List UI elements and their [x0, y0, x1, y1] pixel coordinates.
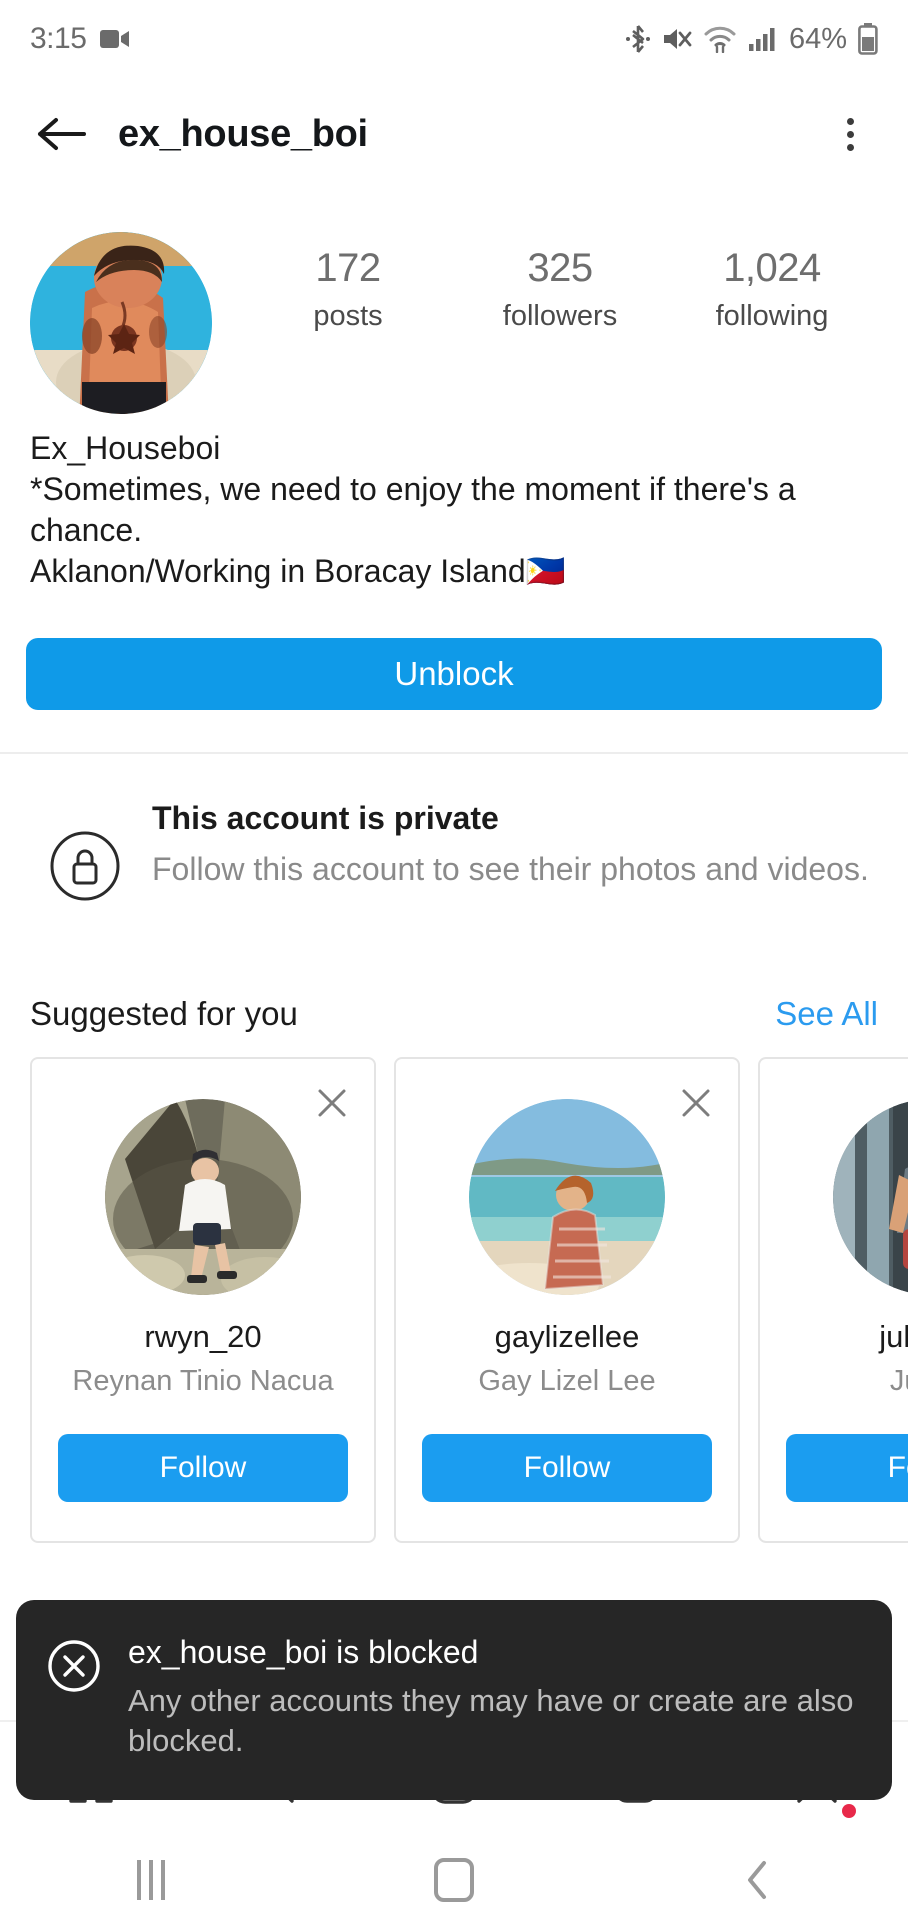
follow-button[interactable]: Follow: [786, 1434, 908, 1502]
lock-icon: [30, 800, 140, 902]
suggestion-avatar[interactable]: [469, 1099, 665, 1295]
stat-posts[interactable]: 172 posts: [242, 246, 454, 333]
profile-stats: 172 posts 325 followers 1,024 following: [212, 232, 878, 333]
instagram-profile-screen: 3:15 64% ex_house_boi 172 posts 325 foll…: [0, 0, 908, 1920]
bluetooth-icon: [625, 23, 651, 55]
section-divider: [0, 752, 908, 754]
mute-icon: [662, 25, 692, 53]
suggested-title: Suggested for you: [30, 995, 298, 1032]
suggested-track: rwyn_20 Reynan Tinio Nacua Follow gayliz…: [0, 1057, 908, 1543]
profile-summary: 172 posts 325 followers 1,024 following: [0, 232, 908, 414]
stat-label: following: [715, 300, 829, 332]
profile-bio: Ex_Houseboi *Sometimes, we need to enjoy…: [0, 428, 908, 592]
toast-title: ex_house_boi is blocked: [128, 1634, 479, 1670]
suggestion-avatar[interactable]: [833, 1099, 908, 1295]
stat-label: posts: [313, 300, 383, 332]
suggestion-fullname: Juls G: [889, 1365, 908, 1397]
stat-following[interactable]: 1,024 following: [666, 246, 878, 333]
suggestion-card[interactable]: gaylizellee Gay Lizel Lee Follow: [394, 1057, 740, 1543]
suggestion-username: juliusyo: [879, 1319, 908, 1354]
blocked-toast[interactable]: ex_house_boi is blocked Any other accoun…: [16, 1600, 892, 1801]
bio-line-3: Aklanon/Working in Boracay Island🇵🇭: [30, 552, 566, 589]
stat-value: 1,024: [723, 246, 821, 290]
suggested-header: Suggested for you See All: [0, 995, 908, 1033]
wifi-icon: [703, 25, 737, 53]
blocked-circle-x-icon: [46, 1634, 102, 1760]
close-icon[interactable]: [676, 1083, 716, 1123]
toast-text: ex_house_boi is blocked Any other accoun…: [128, 1634, 862, 1760]
display-name: Ex_Houseboi: [30, 430, 221, 466]
private-account-notice: This account is private Follow this acco…: [0, 800, 908, 902]
suggested-carousel[interactable]: rwyn_20 Reynan Tinio Nacua Follow gayliz…: [0, 1057, 908, 1547]
suggestion-fullname: Reynan Tinio Nacua: [72, 1365, 334, 1397]
overflow-menu-icon[interactable]: [822, 106, 878, 162]
bio-line-1: *Sometimes, we need to enjoy the moment …: [30, 470, 796, 507]
stat-value: 325: [527, 246, 593, 290]
see-all-link[interactable]: See All: [775, 995, 878, 1033]
stat-value: 172: [315, 246, 381, 290]
private-subtitle: Follow this account to see their photos …: [152, 851, 869, 887]
avatar[interactable]: [30, 232, 212, 414]
system-navigation-bar: [0, 1840, 908, 1920]
stat-followers[interactable]: 325 followers: [454, 246, 666, 333]
home-button[interactable]: [394, 1845, 514, 1915]
suggestion-card[interactable]: rwyn_20 Reynan Tinio Nacua Follow: [30, 1057, 376, 1543]
status-bar-right: 64%: [625, 23, 878, 56]
suggestion-fullname: Gay Lizel Lee: [478, 1365, 656, 1397]
bio-line-2: chance.: [30, 511, 143, 548]
page-title: ex_house_boi: [118, 112, 368, 155]
battery-icon: [858, 23, 878, 55]
notification-dot: [842, 1804, 857, 1818]
battery-percentage: 64%: [788, 22, 847, 55]
private-title: This account is private: [152, 800, 499, 836]
close-icon[interactable]: [312, 1083, 352, 1123]
follow-button[interactable]: Follow: [422, 1434, 712, 1502]
stat-label: followers: [502, 300, 618, 332]
back-button-system[interactable]: [697, 1845, 817, 1915]
recents-button[interactable]: [91, 1845, 211, 1915]
suggestion-card[interactable]: juliusyo Juls G Follow: [758, 1057, 908, 1543]
status-bar-clock: 3:15: [30, 22, 87, 55]
status-bar: 3:15 64%: [0, 0, 908, 78]
suggestion-username: rwyn_20: [144, 1319, 262, 1354]
private-notice-text: This account is private Follow this acco…: [140, 800, 878, 902]
status-bar-left: 3:15: [30, 22, 130, 56]
toast-subtitle: Any other accounts they may have or crea…: [128, 1683, 854, 1758]
suggestion-username: gaylizellee: [494, 1319, 640, 1354]
follow-button[interactable]: Follow: [58, 1434, 348, 1502]
back-button[interactable]: [30, 104, 90, 164]
avatar-image: [30, 232, 212, 414]
home-square-icon: [433, 1858, 474, 1902]
unblock-button[interactable]: Unblock: [26, 638, 882, 710]
back-arrow-icon: [38, 118, 86, 150]
profile-header: ex_house_boi: [0, 78, 908, 190]
recents-icon: [137, 1860, 166, 1900]
suggestion-avatar[interactable]: [105, 1099, 301, 1295]
video-recording-icon: [100, 28, 130, 50]
cellular-signal-icon: [748, 26, 776, 52]
back-chevron-icon: [747, 1861, 766, 1899]
